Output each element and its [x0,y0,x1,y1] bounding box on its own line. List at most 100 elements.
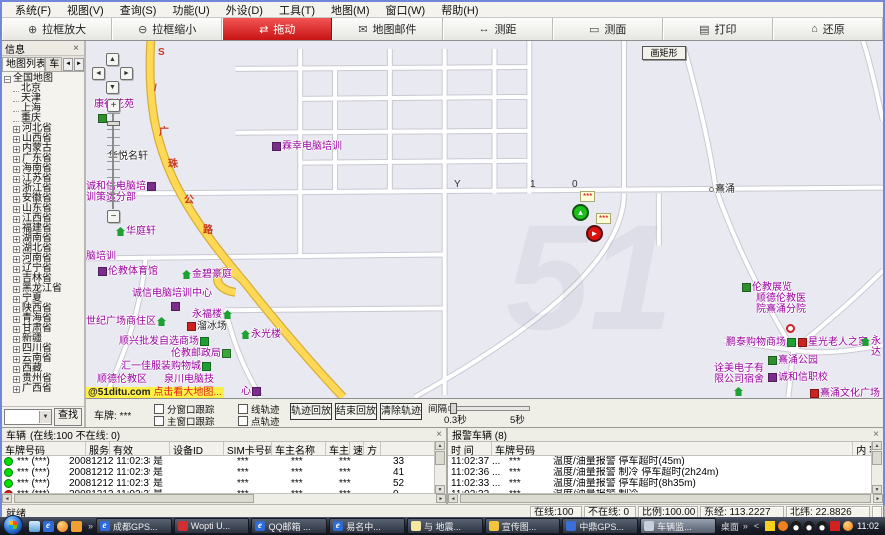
tree-expand-icon[interactable] [13,101,19,102]
tree-expand-icon[interactable] [4,76,11,83]
tray-icon[interactable] [817,521,827,531]
tree-expand-icon[interactable] [13,256,20,263]
find-button[interactable]: 查找 [54,408,82,426]
desktop-toolbar-label[interactable]: 桌面 [721,520,739,533]
tray-icon[interactable] [843,521,853,531]
column-header[interactable]: 设备ID [170,442,224,455]
scroll-down-icon[interactable]: ▼ [435,485,445,494]
tree-expand-icon[interactable] [13,326,20,333]
tree-expand-icon[interactable] [13,146,20,153]
watermark-link[interactable]: 点击看大地图... [153,387,221,398]
checkbox-main-window[interactable]: 主窗口跟踪 [154,414,215,428]
tree-item[interactable]: 甘肃省 [4,324,84,334]
checkbox-point-track[interactable]: 点轨迹 [238,414,280,428]
horizontal-scrollbar[interactable]: ◄ ► [2,493,446,504]
menu-item[interactable]: 地图(M) [324,2,377,18]
table-row[interactable]: 11:02:37 ... *** 温度/油量报警 停车超时(45m) [448,456,883,467]
map-watermark[interactable]: @51ditu.com 点击看大地图... [86,387,224,398]
zoom-out-icon[interactable]: − [107,210,120,223]
chevron-icon[interactable]: » [743,521,748,531]
tree-item[interactable]: 广西省 [4,384,84,394]
checkbox-icon[interactable] [154,416,164,426]
close-icon[interactable]: × [71,43,81,54]
tab-vehicles[interactable]: 车 [45,57,62,71]
quick-launch-icon[interactable] [71,521,82,532]
tree-expand-icon[interactable] [13,186,20,193]
checkbox-icon[interactable] [154,404,164,414]
column-header[interactable]: 车牌号码 [2,442,86,455]
tray-collapse-icon[interactable]: < [754,521,759,531]
scrollbar-thumb[interactable] [872,451,882,465]
tray-icon[interactable] [778,521,788,531]
table-row[interactable]: 11:02:36 ... *** 温度/油量报警 制冷 停车超时(2h24m) [448,467,883,478]
close-icon[interactable]: × [436,429,442,440]
clear-track-button[interactable]: 清除轨迹 [380,403,422,420]
interval-slider[interactable] [448,406,530,411]
draw-rectangle-button[interactable]: 画矩形 [642,46,686,60]
scroll-left-icon[interactable]: ◄ [448,494,458,503]
menu-item[interactable]: 功能(U) [165,2,216,18]
zoom-track[interactable] [107,113,120,209]
tree-expand-icon[interactable] [13,156,20,163]
tree-expand-icon[interactable] [13,276,20,283]
tray-icon[interactable] [830,521,840,531]
toolbar-button[interactable]: ▭ 测面 [553,18,663,40]
chevron-down-icon[interactable]: ▼ [39,411,51,423]
toolbar-button[interactable]: ⊖ 拉框缩小 [112,18,222,40]
tree-item[interactable]: 黑龙江省 [4,284,84,294]
tree-expand-icon[interactable] [13,346,20,353]
map-canvas[interactable]: 51 康行花苑 华悦名轩 [86,41,883,398]
toolbar-button[interactable]: ⊕ 拉框放大 [2,18,112,40]
tree-expand-icon[interactable] [13,266,20,273]
tray-icon[interactable] [791,521,801,531]
tab-scroll-right-icon[interactable]: ► [74,58,84,71]
tree-expand-icon[interactable] [13,286,20,293]
tree-expand-icon[interactable] [13,246,20,253]
tree-item[interactable]: 天津 [4,94,84,104]
column-header[interactable]: 有效 [110,442,170,455]
tree-expand-icon[interactable] [13,111,19,112]
vertical-scrollbar[interactable]: ▲ ▼ [871,441,883,494]
taskbar-window-button[interactable]: 成都GPS... [96,518,172,534]
vehicle-marker-icon[interactable]: ► [586,225,603,242]
taskbar-window-button[interactable]: Wopti U... [174,518,250,534]
vertical-scrollbar[interactable]: ▲ ▼ [434,441,446,494]
end-playback-button[interactable]: 结束回放 [335,403,377,420]
tray-icon[interactable] [804,521,814,531]
taskbar-window-button[interactable]: 中鼎GPS... [562,518,638,534]
menu-item[interactable]: 工具(T) [272,2,322,18]
scroll-right-icon[interactable]: ► [873,494,883,503]
tree-expand-icon[interactable] [13,236,20,243]
menu-item[interactable]: 系统(F) [8,2,58,18]
tab-scroll-left-icon[interactable]: ◄ [63,58,73,71]
scrollbar-thumb[interactable] [14,494,254,503]
toolbar-button[interactable]: ✉ 地图邮件 [332,18,442,40]
taskbar-window-button[interactable]: 易名中... [329,518,405,534]
column-header[interactable]: 时 间 [448,442,492,455]
tree-expand-icon[interactable] [13,336,20,343]
tree-expand-icon[interactable] [13,121,19,122]
quick-launch-icon[interactable] [57,521,68,532]
menu-item[interactable]: 视图(V) [60,2,111,18]
chevron-icon[interactable]: » [88,521,93,531]
column-header[interactable]: 车主名称 [272,442,326,455]
tree-expand-icon[interactable] [13,376,20,383]
checkbox-icon[interactable] [238,416,248,426]
tree-expand-icon[interactable] [13,166,20,173]
menu-item[interactable]: 查询(S) [113,2,164,18]
tab-map-list[interactable]: 地图列表 [2,57,45,71]
toolbar-button[interactable]: ▤ 打印 [663,18,773,40]
scroll-left-icon[interactable]: ◄ [2,494,12,503]
track-playback-button[interactable]: 轨迹回放 [290,403,332,420]
tree-item[interactable]: 北京 [4,84,84,94]
tree-expand-icon[interactable] [13,366,20,373]
scrollbar-thumb[interactable] [435,451,445,465]
toolbar-button[interactable]: ⌂ 还原 [773,18,883,40]
pan-right-icon[interactable]: ► [120,67,133,80]
tree-item[interactable]: 云南省 [4,354,84,364]
column-header[interactable]: 方 [364,442,381,455]
taskbar-window-button[interactable]: QQ邮箱 ... [251,518,327,534]
tree-expand-icon[interactable] [13,226,20,233]
quick-launch-icon[interactable] [43,521,54,532]
taskbar-window-button[interactable]: 宣传图... [485,518,561,534]
